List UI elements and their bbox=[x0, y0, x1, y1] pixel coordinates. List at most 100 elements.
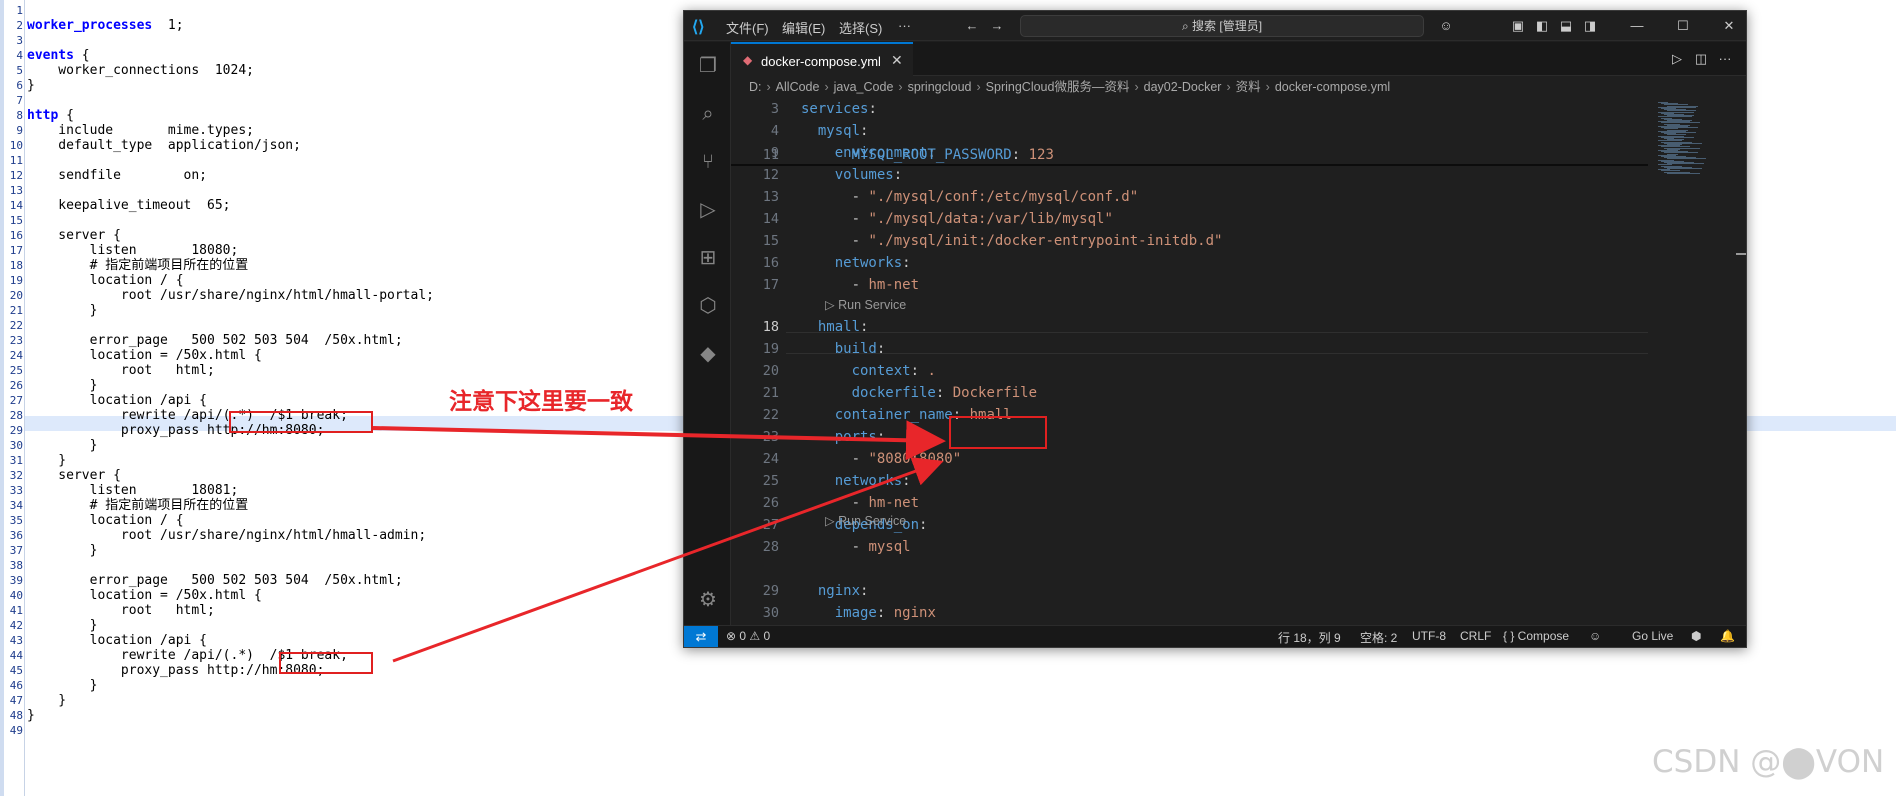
breadcrumb-item[interactable]: SpringCloud微服务—资料 bbox=[986, 80, 1130, 94]
code-line[interactable]: worker_connections 1024; bbox=[27, 63, 254, 78]
settings-gear-icon[interactable]: ⚙ bbox=[696, 588, 720, 612]
code-line[interactable]: default_type application/json; bbox=[27, 138, 301, 153]
toggle-panel-icon[interactable]: ⬓ bbox=[1558, 18, 1574, 34]
code-line[interactable]: error_page 500 502 503 504 /50x.html; bbox=[27, 573, 403, 588]
code-line[interactable]: root html; bbox=[27, 363, 215, 378]
breadcrumb-item[interactable]: day02-Docker bbox=[1144, 80, 1222, 94]
layout-icon[interactable]: ▣ bbox=[1510, 18, 1526, 34]
minimap[interactable] bbox=[1648, 98, 1746, 625]
code-line[interactable]: worker_processes 1; bbox=[27, 18, 184, 33]
code-line[interactable]: # 指定前端项目所在的位置 bbox=[27, 498, 249, 513]
docker-icon[interactable]: ⬡ bbox=[696, 294, 720, 318]
search-icon[interactable]: ⌕ bbox=[696, 102, 720, 126]
code-line[interactable]: - "./mysql/conf:/etc/mysql/conf.d" bbox=[801, 186, 1139, 208]
menu-more[interactable]: ··· bbox=[898, 18, 911, 33]
close-window-icon[interactable]: ✕ bbox=[1721, 18, 1737, 34]
code-line[interactable]: listen 18081; bbox=[27, 483, 239, 498]
run-service-codelens[interactable]: ▷ Run Service bbox=[825, 512, 906, 530]
code-line[interactable]: nginx: bbox=[801, 580, 869, 602]
breadcrumb[interactable]: D: › AllCode › java_Code › springcloud › SpringC… bbox=[731, 76, 1746, 98]
code-line[interactable]: } bbox=[27, 438, 98, 453]
code-line[interactable]: sendfile on; bbox=[27, 168, 207, 183]
eol-setting[interactable]: CRLF bbox=[1460, 629, 1491, 643]
command-center-search[interactable]: ⌕ 搜索 [管理员] bbox=[1020, 15, 1424, 37]
tab-close-icon[interactable]: ✕ bbox=[891, 52, 903, 69]
toggle-secondary-sidebar-icon[interactable]: ◨ bbox=[1582, 18, 1598, 34]
cursor-position[interactable]: 行 18，列 9 bbox=[1278, 629, 1341, 646]
code-line[interactable]: mysql: bbox=[801, 120, 869, 142]
remote-indicator-button[interactable]: ⇄ bbox=[684, 626, 718, 647]
code-line[interactable]: - hm-net bbox=[801, 492, 919, 514]
code-line[interactable]: - hm-net bbox=[801, 274, 919, 296]
maximize-icon[interactable]: ☐ bbox=[1675, 18, 1691, 34]
copilot-status-icon[interactable]: ☺ bbox=[1589, 629, 1601, 643]
code-line[interactable]: build: bbox=[801, 338, 886, 360]
code-line[interactable]: http { bbox=[27, 108, 74, 123]
extension-status-icon[interactable]: ⬢ bbox=[1691, 629, 1701, 643]
go-live-button[interactable]: Go Live bbox=[1632, 629, 1673, 643]
copilot-icon[interactable]: ☺ bbox=[1438, 18, 1454, 34]
language-mode[interactable]: { } Compose bbox=[1503, 629, 1569, 643]
code-line[interactable]: ports: bbox=[801, 426, 886, 448]
code-line[interactable]: location /api { bbox=[27, 633, 207, 648]
encoding-setting[interactable]: UTF-8 bbox=[1412, 629, 1446, 643]
extensions-icon[interactable]: ⊞ bbox=[696, 246, 720, 270]
menu-selection[interactable]: 选择(S) bbox=[839, 18, 882, 37]
code-line[interactable]: } bbox=[27, 678, 98, 693]
code-line[interactable]: error_page 500 502 503 504 /50x.html; bbox=[27, 333, 403, 348]
code-line[interactable]: } bbox=[27, 618, 98, 633]
split-editor-icon[interactable]: ◫ bbox=[1693, 51, 1709, 67]
code-line[interactable]: root /usr/share/nginx/html/hmall-admin; bbox=[27, 528, 426, 543]
code-line[interactable]: keepalive_timeout 65; bbox=[27, 198, 230, 213]
code-line[interactable]: services: bbox=[801, 98, 877, 120]
code-line[interactable]: - "./mysql/init:/docker-entrypoint-initd… bbox=[801, 230, 1223, 252]
run-debug-icon[interactable]: ▷ bbox=[696, 198, 720, 222]
source-control-icon[interactable]: ⑂ bbox=[696, 150, 720, 174]
code-line[interactable]: location / { bbox=[27, 273, 184, 288]
explorer-icon[interactable]: ❐ bbox=[696, 54, 720, 78]
code-line[interactable]: location = /50x.html { bbox=[27, 588, 262, 603]
forward-arrow-icon[interactable]: → bbox=[989, 18, 1005, 34]
code-line[interactable]: context: . bbox=[801, 360, 936, 382]
code-line[interactable]: } bbox=[27, 78, 35, 93]
breadcrumb-item[interactable]: java_Code bbox=[834, 80, 894, 94]
breadcrumb-item[interactable]: 资料 bbox=[1236, 80, 1261, 94]
indentation-setting[interactable]: 空格: 2 bbox=[1360, 629, 1397, 646]
code-line[interactable]: } bbox=[27, 693, 66, 708]
minimize-icon[interactable]: — bbox=[1629, 18, 1645, 34]
code-line[interactable]: server { bbox=[27, 228, 121, 243]
menu-edit[interactable]: 编辑(E) bbox=[782, 18, 825, 37]
notifications-bell-icon[interactable]: 🔔 bbox=[1720, 629, 1735, 643]
code-line[interactable]: location /api { bbox=[27, 393, 207, 408]
back-arrow-icon[interactable]: ← bbox=[964, 18, 980, 34]
code-line[interactable]: volumes: bbox=[801, 164, 902, 186]
problems-indicator[interactable]: ⊗ 0 ⚠ 0 bbox=[726, 629, 770, 643]
code-line[interactable]: location / { bbox=[27, 513, 184, 528]
code-editor[interactable]: 3 services: 4 mysql: 9 environment: 11 MYSQL… bbox=[731, 98, 1746, 625]
breadcrumb-item[interactable]: springcloud bbox=[908, 80, 972, 94]
code-line[interactable]: - mysql bbox=[801, 536, 911, 558]
code-line[interactable]: server { bbox=[27, 468, 121, 483]
code-line[interactable]: networks: bbox=[801, 470, 911, 492]
editor-more-actions-icon[interactable]: ··· bbox=[1717, 51, 1733, 67]
code-line[interactable]: - "./mysql/data:/var/lib/mysql" bbox=[801, 208, 1113, 230]
code-line[interactable]: # 指定前端项目所在的位置 bbox=[27, 258, 249, 273]
breadcrumb-item[interactable]: docker-compose.yml bbox=[1275, 80, 1390, 94]
code-line[interactable]: } bbox=[27, 378, 98, 393]
run-service-codelens[interactable]: ▷ Run Service bbox=[825, 296, 906, 314]
code-line[interactable]: include mime.types; bbox=[27, 123, 254, 138]
code-line[interactable]: dockerfile: Dockerfile bbox=[801, 382, 1037, 404]
code-line[interactable]: root html; bbox=[27, 603, 215, 618]
code-line[interactable]: - "8080:8080" bbox=[801, 448, 962, 470]
code-line[interactable]: } bbox=[27, 543, 98, 558]
scrollbar-marker[interactable] bbox=[1736, 253, 1746, 255]
code-line[interactable]: } bbox=[27, 453, 66, 468]
tab-docker-compose[interactable]: ◆ docker-compose.yml ✕ bbox=[731, 42, 913, 76]
code-line[interactable]: hmall: bbox=[801, 316, 869, 338]
toggle-sidebar-icon[interactable]: ◧ bbox=[1534, 18, 1550, 34]
run-file-icon[interactable]: ▷ bbox=[1669, 51, 1685, 67]
code-line[interactable]: events { bbox=[27, 48, 90, 63]
breadcrumb-item[interactable]: D: bbox=[749, 80, 762, 94]
code-line[interactable]: networks: bbox=[801, 252, 911, 274]
remote-icon[interactable]: ◆ bbox=[696, 342, 720, 366]
